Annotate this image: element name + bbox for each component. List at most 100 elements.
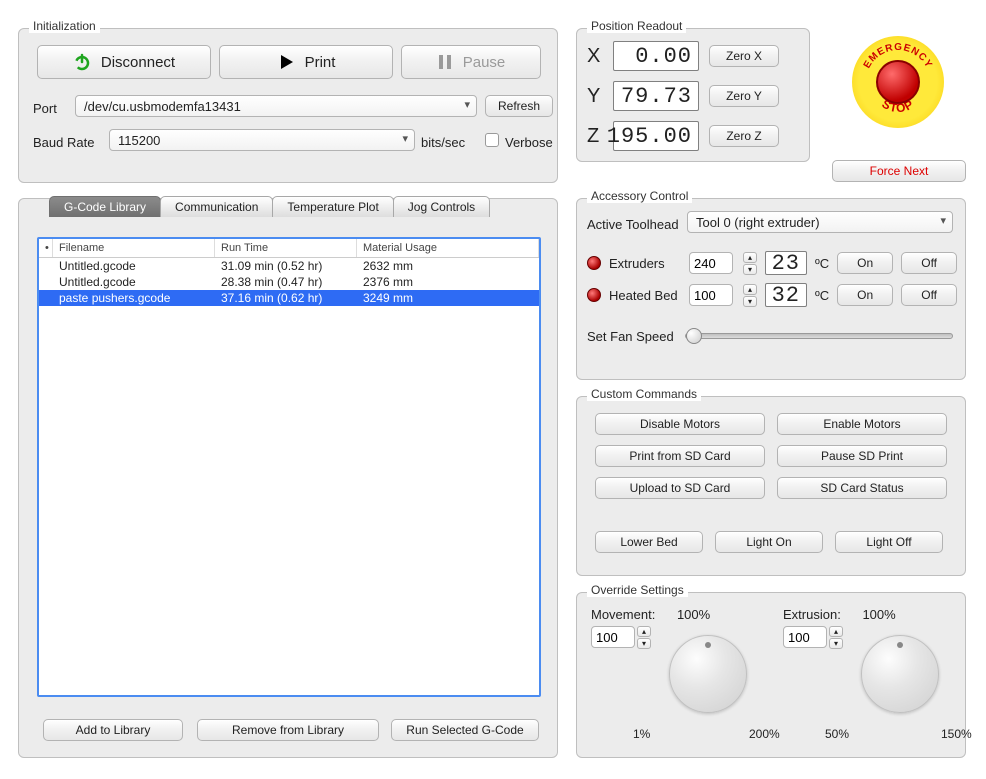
movement-min-label: 1%	[633, 727, 650, 741]
refresh-button[interactable]: Refresh	[485, 95, 553, 117]
y-axis-label: Y	[587, 85, 603, 108]
position-legend: Position Readout	[587, 19, 686, 33]
play-icon	[277, 53, 295, 71]
remove-from-library-label: Remove from Library	[232, 723, 344, 737]
extrusion-percent: 100%	[862, 607, 895, 622]
disable-motors-button[interactable]: Disable Motors	[595, 413, 765, 435]
cell-material: 2376 mm	[357, 274, 539, 290]
bed-on-button[interactable]: On	[837, 284, 893, 306]
bed-off-button[interactable]: Off	[901, 284, 957, 306]
power-icon	[73, 53, 91, 71]
extruder-off-button[interactable]: Off	[901, 252, 957, 274]
table-row[interactable]: Untitled.gcode 31.09 min (0.52 hr) 2632 …	[39, 258, 539, 274]
run-selected-gcode-label: Run Selected G-Code	[406, 723, 523, 737]
bed-temp-readout: 32	[765, 283, 807, 307]
accessory-legend: Accessory Control	[587, 189, 692, 203]
upload-to-sd-button[interactable]: Upload to SD Card	[595, 477, 765, 499]
col-material[interactable]: Material Usage	[357, 239, 539, 257]
light-on-button[interactable]: Light On	[715, 531, 823, 553]
extrusion-stepper[interactable]: ▴▾	[829, 626, 843, 648]
movement-max-label: 200%	[749, 727, 780, 741]
bed-set-temp-stepper[interactable]: ▴▾	[743, 284, 757, 306]
zero-y-label: Zero Y	[726, 89, 762, 103]
extruder-temp-readout: 23	[765, 251, 807, 275]
zero-x-button[interactable]: Zero X	[709, 45, 779, 67]
col-filename[interactable]: Filename	[53, 239, 215, 257]
movement-input[interactable]	[591, 626, 635, 648]
col-runtime[interactable]: Run Time	[215, 239, 357, 257]
bed-indicator-icon	[587, 288, 601, 302]
baud-value: 115200	[118, 133, 160, 148]
tab-gcode-library[interactable]: G-Code Library	[49, 196, 161, 217]
cell-runtime: 28.38 min (0.47 hr)	[215, 274, 357, 290]
force-next-button[interactable]: Force Next	[832, 160, 966, 182]
movement-dial[interactable]	[669, 635, 747, 713]
add-to-library-button[interactable]: Add to Library	[43, 719, 183, 741]
refresh-label: Refresh	[498, 99, 540, 113]
extrusion-dial[interactable]	[861, 635, 939, 713]
zero-z-label: Zero Z	[726, 129, 761, 143]
bed-set-temp-input[interactable]	[689, 284, 733, 306]
print-label: Print	[305, 54, 336, 71]
extruder-set-temp-stepper[interactable]: ▴▾	[743, 252, 757, 274]
extrusion-input[interactable]	[783, 626, 827, 648]
disconnect-button[interactable]: Disconnect	[37, 45, 211, 79]
cell-filename: Untitled.gcode	[53, 274, 215, 290]
light-off-button[interactable]: Light Off	[835, 531, 943, 553]
gcode-file-list[interactable]: • Filename Run Time Material Usage Untit…	[37, 237, 541, 697]
emergency-stop-button[interactable]: EMERGENCY STOP	[852, 36, 944, 128]
lower-bed-button[interactable]: Lower Bed	[595, 531, 703, 553]
fan-speed-slider[interactable]	[685, 333, 953, 339]
movement-percent: 100%	[677, 607, 710, 622]
movement-stepper[interactable]: ▴▾	[637, 626, 651, 648]
baud-label: Baud Rate	[33, 135, 94, 150]
fan-speed-label: Set Fan Speed	[587, 329, 674, 344]
extrusion-max-label: 150%	[941, 727, 972, 741]
override-legend: Override Settings	[587, 583, 688, 597]
port-select[interactable]: /dev/cu.usbmodemfa13431	[75, 95, 477, 117]
tab-temperature-plot[interactable]: Temperature Plot	[272, 196, 393, 217]
zero-y-button[interactable]: Zero Y	[709, 85, 779, 107]
pause-label: Pause	[463, 54, 506, 71]
tab-communication[interactable]: Communication	[160, 196, 273, 217]
tab-jog-controls[interactable]: Jog Controls	[393, 196, 490, 217]
remove-from-library-button[interactable]: Remove from Library	[197, 719, 379, 741]
print-button[interactable]: Print	[219, 45, 393, 79]
slider-knob-icon	[686, 328, 702, 344]
table-row[interactable]: Untitled.gcode 28.38 min (0.47 hr) 2376 …	[39, 274, 539, 290]
baud-select[interactable]: 115200	[109, 129, 415, 151]
y-readout: 79.73	[613, 81, 699, 111]
active-toolhead-select[interactable]: Tool 0 (right extruder)	[687, 211, 953, 233]
extrusion-min-label: 50%	[825, 727, 849, 741]
extruder-set-temp-input[interactable]	[689, 252, 733, 274]
extruder-indicator-icon	[587, 256, 601, 270]
x-readout: 0.00	[613, 41, 699, 71]
pause-button[interactable]: Pause	[401, 45, 541, 79]
cell-filename: Untitled.gcode	[53, 258, 215, 274]
run-selected-gcode-button[interactable]: Run Selected G-Code	[391, 719, 539, 741]
cell-runtime: 31.09 min (0.52 hr)	[215, 258, 357, 274]
table-row[interactable]: paste pushers.gcode 37.16 min (0.62 hr) …	[39, 290, 539, 306]
tab-temperature-plot-label: Temperature Plot	[287, 200, 378, 214]
tab-jog-controls-label: Jog Controls	[408, 200, 475, 214]
extruder-on-button[interactable]: On	[837, 252, 893, 274]
sd-card-status-button[interactable]: SD Card Status	[777, 477, 947, 499]
heated-bed-label: Heated Bed	[609, 288, 681, 303]
tab-gcode-library-label: G-Code Library	[64, 200, 146, 214]
col-marker: •	[39, 239, 53, 257]
initialization-legend: Initialization	[29, 19, 100, 33]
cell-material: 3249 mm	[357, 290, 539, 306]
zero-z-button[interactable]: Zero Z	[709, 125, 779, 147]
x-axis-label: X	[587, 45, 603, 68]
pause-sd-print-button[interactable]: Pause SD Print	[777, 445, 947, 467]
verbose-checkbox[interactable]	[485, 133, 499, 147]
extruders-label: Extruders	[609, 256, 681, 271]
degc-label: ºC	[815, 288, 829, 303]
movement-label: Movement:	[591, 607, 655, 622]
z-axis-label: Z	[587, 125, 603, 148]
extrusion-label: Extrusion:	[783, 607, 841, 622]
enable-motors-button[interactable]: Enable Motors	[777, 413, 947, 435]
add-to-library-label: Add to Library	[76, 723, 151, 737]
list-header: • Filename Run Time Material Usage	[39, 239, 539, 258]
print-from-sd-button[interactable]: Print from SD Card	[595, 445, 765, 467]
